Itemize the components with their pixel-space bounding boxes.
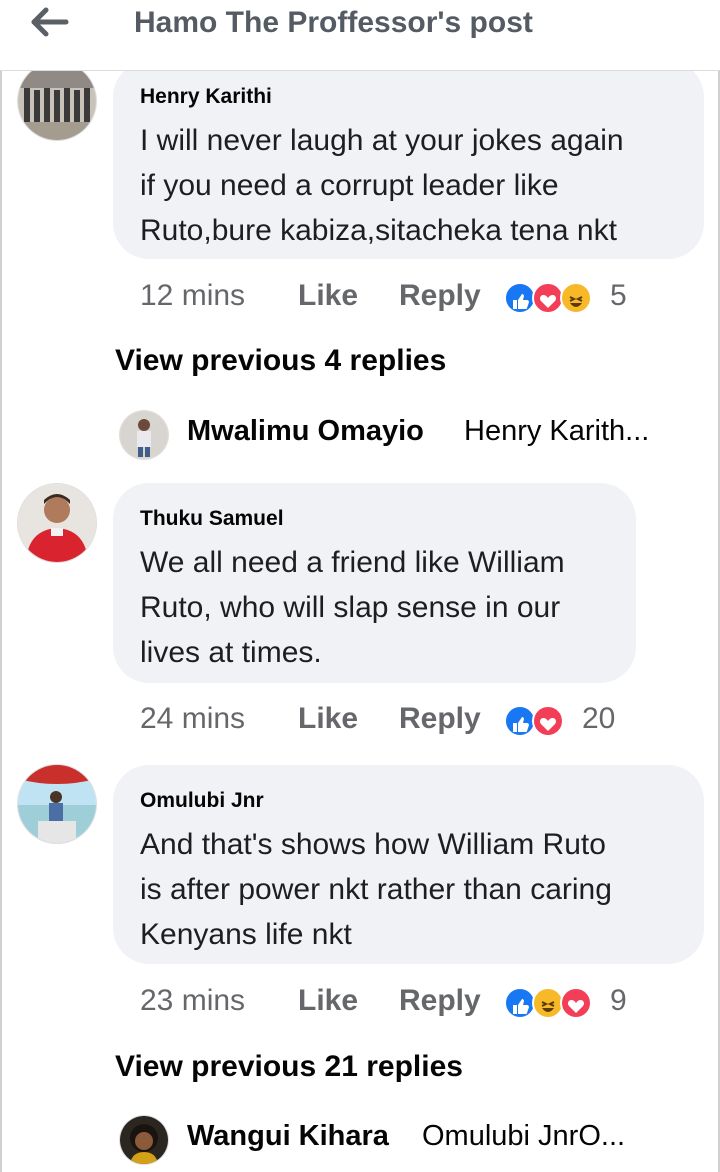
comment-author[interactable]: Omulubi Jnr <box>140 789 264 813</box>
comment-line: Ruto, who will slap sense in our <box>140 591 561 624</box>
left-edge <box>0 0 2 1172</box>
reactions-summary[interactable] <box>504 282 600 314</box>
comment-bubble[interactable]: Henry Karithi I will never laugh at your… <box>113 61 704 259</box>
reactions-summary[interactable] <box>504 705 574 737</box>
comment-text: I will never laugh at your jokes again i… <box>140 118 624 253</box>
reply-author: Wangui Kihara <box>187 1120 389 1152</box>
page-title: Hamo The Proffessor's post <box>134 6 533 39</box>
reply-snippet: Omulubi JnrO... <box>422 1120 626 1152</box>
love-reaction-icon <box>532 705 564 737</box>
comment-author[interactable]: Thuku Samuel <box>140 507 284 531</box>
comment-line: And that's shows how William Ruto <box>140 828 606 861</box>
comment-timestamp[interactable]: 24 mins <box>140 697 245 741</box>
haha-reaction-icon <box>560 282 592 314</box>
reaction-count[interactable]: 20 <box>582 697 615 741</box>
avatar-omulubi-jnr[interactable] <box>18 765 96 843</box>
reply-preview[interactable]: Mwalimu Omayio Henry Karith... <box>120 411 680 461</box>
like-button[interactable]: Like <box>298 979 358 1023</box>
comment-line: Ruto,bure kabiza,sitacheka tena nkt <box>140 214 617 247</box>
comment-author[interactable]: Henry Karithi <box>140 85 272 109</box>
reply-button[interactable]: Reply <box>399 274 481 318</box>
comment-line: is after power nkt rather than caring <box>140 873 612 906</box>
comment-bubble[interactable]: Omulubi Jnr And that's shows how William… <box>113 765 704 964</box>
back-button[interactable] <box>24 4 74 40</box>
comment-actions: 24 mins Like Reply 20 <box>140 697 640 741</box>
comment-line: Kenyans life nkt <box>140 918 352 951</box>
reaction-count[interactable]: 5 <box>610 274 627 318</box>
reactions-summary[interactable] <box>504 987 600 1019</box>
love-reaction-icon <box>560 987 592 1019</box>
avatar-henry-karithi[interactable] <box>18 62 96 140</box>
reply-author: Mwalimu Omayio <box>187 415 424 447</box>
comment-line: lives at times. <box>140 636 322 669</box>
like-button[interactable]: Like <box>298 274 358 318</box>
comment-timestamp[interactable]: 12 mins <box>140 274 245 318</box>
avatar-wangui-kihara <box>120 1116 168 1164</box>
reaction-count[interactable]: 9 <box>610 979 627 1023</box>
avatar-mwalimu-omayio <box>120 411 168 459</box>
view-previous-replies[interactable]: View previous 21 replies <box>115 1050 463 1084</box>
like-button[interactable]: Like <box>298 697 358 741</box>
comment-line: if you need a corrupt leader like <box>140 169 559 202</box>
comment-actions: 12 mins Like Reply 5 <box>140 274 640 318</box>
reply-button[interactable]: Reply <box>399 979 481 1023</box>
comment-text: And that's shows how William Ruto is aft… <box>140 822 612 957</box>
comment-actions: 23 mins Like Reply 9 <box>140 979 640 1023</box>
comment-bubble[interactable]: Thuku Samuel We all need a friend like W… <box>113 483 636 683</box>
reply-button[interactable]: Reply <box>399 697 481 741</box>
reply-snippet: Henry Karith... <box>464 415 650 447</box>
post-header: Hamo The Proffessor's post <box>0 0 720 71</box>
back-arrow-icon <box>31 7 69 37</box>
comment-timestamp[interactable]: 23 mins <box>140 979 245 1023</box>
avatar-thuku-samuel[interactable] <box>18 484 96 562</box>
view-previous-replies[interactable]: View previous 4 replies <box>115 344 446 378</box>
comment-line: I will never laugh at your jokes again <box>140 124 624 157</box>
reply-preview[interactable]: Wangui Kihara Omulubi JnrO... <box>120 1116 680 1166</box>
comment-text: We all need a friend like William Ruto, … <box>140 540 565 675</box>
comment-line: We all need a friend like William <box>140 546 565 579</box>
